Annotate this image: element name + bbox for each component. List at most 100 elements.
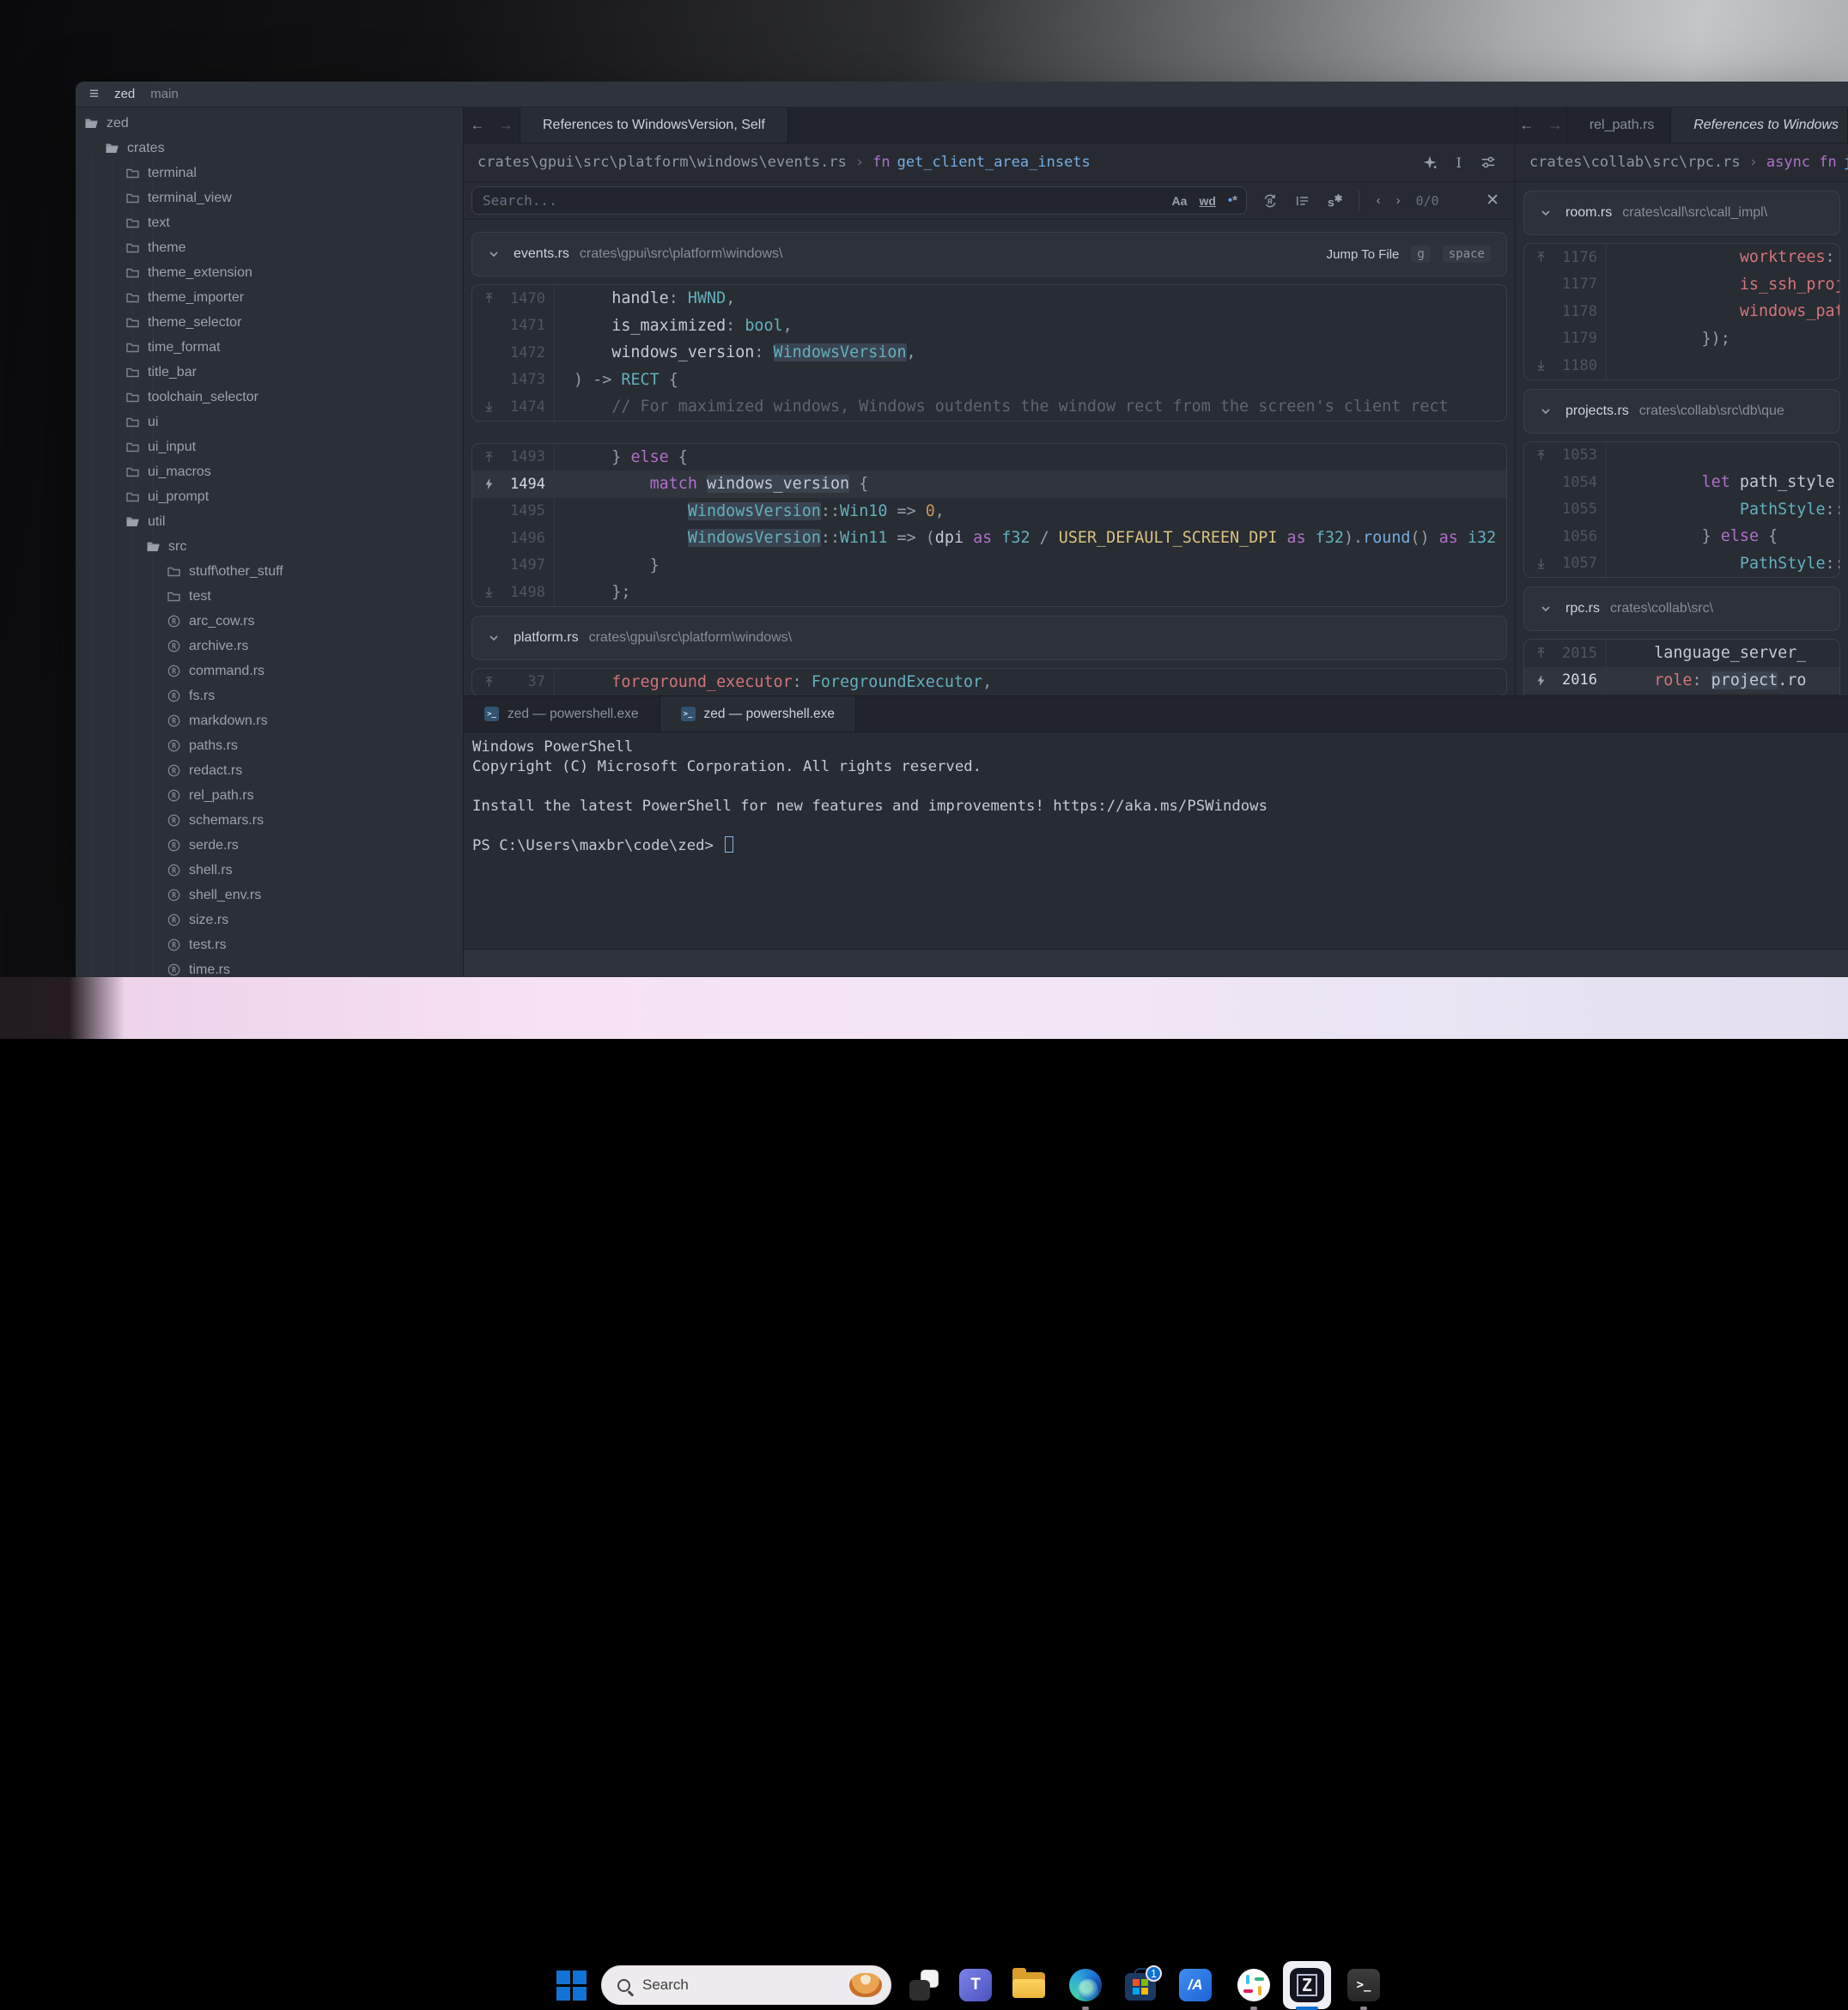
file-tree-item[interactable]: Rserde.rs	[76, 833, 463, 858]
file-tree-item[interactable]: Rcommand.rs	[76, 659, 463, 683]
nav-forward-icon[interactable]: →	[499, 117, 514, 134]
code-line[interactable]: 2017 windows_paths: p	[1524, 694, 1839, 695]
code-line[interactable]: 1057 PathStyle::P	[1524, 550, 1839, 578]
file-tree-item[interactable]: Rarc_cow.rs	[76, 609, 463, 634]
code-line[interactable]: 1177 is_ssh_proje	[1524, 271, 1839, 299]
excerpt-header-room.rs[interactable]: room.rscrates\call\src\call_impl\	[1523, 191, 1840, 235]
terminal-tab[interactable]: >_zed — powershell.exe	[464, 696, 660, 732]
code-line[interactable]: 1496 WindowsVersion::Win11 => (dpi as f3…	[472, 525, 1506, 552]
project-name[interactable]: zed	[114, 87, 135, 101]
regex-toggle[interactable]: •*	[1228, 193, 1237, 208]
code-line[interactable]: 1471 is_maximized: bool,	[472, 313, 1506, 340]
tab-references-right[interactable]: References to Windows	[1671, 107, 1848, 143]
chevron-down-icon[interactable]	[488, 632, 500, 644]
zed-button-active[interactable]: Z	[1283, 1961, 1331, 2009]
code-line[interactable]: 1055 PathStyle::W	[1524, 496, 1839, 524]
next-match-icon[interactable]: ›	[1396, 193, 1401, 208]
file-tree-item[interactable]: Rrel_path.rs	[76, 783, 463, 808]
file-tree-item[interactable]: Rtime.rs	[76, 957, 463, 976]
code-line[interactable]: 1497 }	[472, 552, 1506, 580]
file-tree-item[interactable]: time_format	[76, 335, 463, 360]
file-tree-item[interactable]: crates	[76, 136, 463, 161]
file-tree-item[interactable]: ui_input	[76, 434, 463, 459]
file-tree-item[interactable]: util	[76, 509, 463, 534]
file-explorer-button[interactable]	[1012, 1968, 1046, 2002]
replace-toggle-icon[interactable]: R	[1262, 193, 1278, 209]
selection-search-toggle[interactable]: s✱	[1328, 192, 1343, 210]
task-view-button[interactable]	[907, 1968, 941, 2002]
file-tree-item[interactable]: ui	[76, 410, 463, 434]
expand-excerpt-up-icon[interactable]	[483, 676, 495, 689]
code-line[interactable]: 1180	[1524, 352, 1839, 380]
chevron-down-icon[interactable]	[1540, 603, 1552, 615]
file-tree-item[interactable]: theme_selector	[76, 310, 463, 335]
git-branch[interactable]: main	[150, 87, 179, 101]
code-line[interactable]: 1054 let path_style =	[1524, 469, 1839, 496]
code-action-bolt-icon[interactable]	[1535, 674, 1547, 687]
expand-excerpt-down-icon[interactable]	[1535, 359, 1547, 372]
code-line[interactable]: 2016 role: project.ro	[1524, 667, 1839, 695]
file-tree-item[interactable]: Rshell_env.rs	[76, 883, 463, 908]
file-tree-item[interactable]: Rpaths.rs	[76, 733, 463, 758]
file-tree-item[interactable]: terminal_view	[76, 185, 463, 210]
file-tree-item[interactable]: zed	[76, 111, 463, 136]
cursor-mode-icon[interactable]: I	[1456, 155, 1462, 171]
code-line[interactable]: 1473) -> RECT {	[472, 367, 1506, 394]
file-tree-item[interactable]: text	[76, 210, 463, 235]
code-line[interactable]: 1498 };	[472, 579, 1506, 606]
microsoft-store-button[interactable]: 1	[1123, 1968, 1158, 2002]
tab-rel-path[interactable]: rel_path.rs	[1567, 107, 1671, 143]
terminal-output[interactable]: Windows PowerShellCopyright (C) Microsof…	[464, 732, 1848, 856]
expand-excerpt-up-icon[interactable]	[1535, 251, 1547, 264]
file-tree-item[interactable]: theme	[76, 235, 463, 260]
close-search-icon[interactable]: ✕	[1486, 191, 1499, 210]
terminal-prompt[interactable]: PS C:\Users\maxbr\code\zed>	[472, 836, 1848, 856]
file-tree-item[interactable]: test	[76, 584, 463, 609]
inline-assist-icon[interactable]	[1422, 155, 1438, 170]
code-line[interactable]: 1495 WindowsVersion::Win10 => 0,	[472, 498, 1506, 525]
file-tree-item[interactable]: stuff\other_stuff	[76, 559, 463, 584]
start-button[interactable]	[554, 1968, 588, 2002]
nav-back-icon[interactable]: ←	[1519, 117, 1534, 134]
code-line[interactable]: 37 foreground_executor: ForegroundExecut…	[472, 669, 1506, 696]
code-line[interactable]: 2015 language_server_	[1524, 640, 1839, 667]
file-tree-item[interactable]: toolchain_selector	[76, 385, 463, 410]
code-line[interactable]: 1179 });	[1524, 325, 1839, 353]
file-tree-item[interactable]: theme_importer	[76, 285, 463, 310]
editor-controls-icon[interactable]	[1480, 155, 1496, 170]
expand-excerpt-down-icon[interactable]	[483, 400, 495, 413]
edge-button[interactable]	[1068, 1968, 1103, 2002]
breadcrumb-left[interactable]: crates\gpui\src\platform\windows\events.…	[464, 143, 1515, 182]
file-tree-item[interactable]: Rmarkdown.rs	[76, 708, 463, 733]
code-line[interactable]: 1474 // For maximized windows, Windows o…	[472, 393, 1506, 421]
file-tree-item[interactable]: title_bar	[76, 360, 463, 385]
filter-list-icon[interactable]	[1295, 193, 1310, 209]
file-tree-item[interactable]: Rsize.rs	[76, 908, 463, 932]
slack-button[interactable]	[1237, 1968, 1271, 2002]
code-line[interactable]: 1472 windows_version: WindowsVersion,	[472, 339, 1506, 367]
code-line[interactable]: 1176 worktrees: p	[1524, 244, 1839, 271]
app-menu-icon[interactable]: ≡	[89, 86, 99, 102]
expand-excerpt-down-icon[interactable]	[483, 586, 495, 598]
expand-excerpt-up-icon[interactable]	[1535, 449, 1547, 462]
file-tree-item[interactable]: Rfs.rs	[76, 683, 463, 708]
nav-forward-icon[interactable]: →	[1547, 117, 1562, 134]
search-input[interactable]	[483, 192, 1160, 209]
case-sensitive-toggle[interactable]: Aa	[1172, 194, 1188, 208]
bing-pie-icon[interactable]	[849, 1973, 882, 1997]
code-line[interactable]: 1053	[1524, 442, 1839, 470]
file-tree-item[interactable]: terminal	[76, 161, 463, 185]
code-line[interactable]: 1493 } else {	[472, 444, 1506, 471]
search-box[interactable]: Aa wd •*	[471, 186, 1247, 215]
file-tree-item[interactable]: Rshell.rs	[76, 858, 463, 883]
chevron-down-icon[interactable]	[1540, 405, 1552, 417]
terminal-tab[interactable]: >_zed — powershell.exe	[660, 696, 857, 732]
expand-excerpt-down-icon[interactable]	[1535, 557, 1547, 570]
taskbar-search[interactable]: Search	[601, 1965, 891, 2005]
code-line[interactable]: 1178 windows_path	[1524, 298, 1839, 325]
file-tree-item[interactable]: theme_extension	[76, 260, 463, 285]
app-a-button[interactable]: /A	[1178, 1968, 1213, 2002]
file-tree-item[interactable]: Rarchive.rs	[76, 634, 463, 659]
excerpt-header-projects.rs[interactable]: projects.rscrates\collab\src\db\que	[1523, 389, 1840, 434]
whole-word-toggle[interactable]: wd	[1199, 194, 1215, 208]
